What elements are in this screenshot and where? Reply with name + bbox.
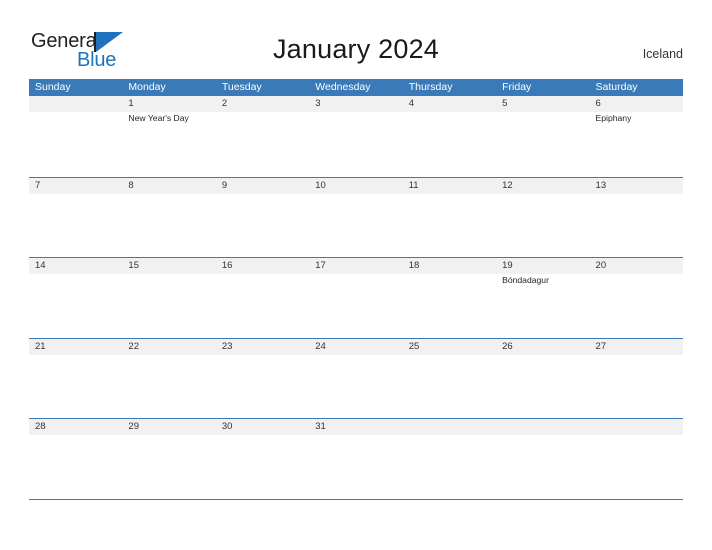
day-cell[interactable]: 7 [29, 178, 122, 258]
day-number: 8 [128, 179, 134, 191]
day-number: 14 [35, 260, 46, 271]
day-cell[interactable]: 23 [216, 339, 309, 419]
weekday-saturday: Saturday [595, 81, 638, 93]
day-cell[interactable]: 6 Epiphany [590, 96, 683, 177]
day-cell[interactable]: 19 Bóndadagur [496, 258, 589, 338]
page-title: January 2024 [272, 34, 440, 64]
day-cell[interactable]: 3 [309, 96, 402, 177]
day-number [35, 96, 122, 112]
page-header: General Blue January 2024 Iceland [0, 0, 712, 78]
day-cell[interactable]: 17 [309, 258, 402, 338]
day-number: 19 [502, 260, 513, 271]
calendar-week-row: 7 8 9 10 11 12 13 [29, 176, 683, 258]
day-number [596, 419, 683, 435]
day-number: 7 [35, 179, 41, 191]
day-number: 11 [408, 179, 419, 191]
day-number: 1 [128, 98, 134, 109]
weekday-thursday: Thursday [408, 81, 453, 93]
day-cell[interactable]: 30 [216, 419, 309, 499]
week-cells: 7 8 9 10 11 12 13 [29, 178, 683, 258]
day-cell[interactable] [403, 419, 496, 499]
day-number: 3 [315, 98, 321, 109]
day-cell[interactable]: 9 [216, 178, 309, 258]
day-event-label: New Year's Day [128, 113, 189, 123]
day-cell[interactable]: 18 [403, 258, 496, 338]
day-cell[interactable]: 21 [29, 339, 122, 419]
day-number: 17 [315, 260, 326, 271]
day-cell[interactable]: 4 [403, 96, 496, 177]
day-cell[interactable]: 13 [590, 178, 683, 258]
day-number: 27 [595, 340, 607, 352]
weekday-friday: Friday [502, 81, 532, 93]
day-cell[interactable]: 26 [496, 339, 589, 419]
day-number: 23 [221, 340, 233, 352]
day-number [502, 419, 589, 435]
week-cells: 1 New Year's Day 2 3 4 5 6 Epiphany [29, 96, 683, 177]
day-number: 9 [221, 179, 228, 191]
day-cell[interactable]: 24 [309, 339, 402, 419]
day-number: 29 [128, 421, 139, 432]
weekday-header-row: Sunday Monday Tuesday Wednesday Thursday… [29, 79, 683, 96]
day-cell[interactable]: 8 [122, 178, 215, 258]
day-cell[interactable]: 29 [122, 419, 215, 499]
day-number: 10 [315, 179, 326, 191]
day-number: 26 [502, 340, 513, 352]
day-cell[interactable]: 16 [216, 258, 309, 338]
day-cell[interactable]: 27 [590, 339, 683, 419]
day-cell[interactable]: 25 [403, 339, 496, 419]
day-number: 28 [35, 421, 46, 432]
day-number: 13 [595, 179, 607, 191]
week-cells: 28 29 30 31 [29, 419, 683, 499]
day-number: 20 [595, 260, 607, 271]
day-cell[interactable]: 28 [29, 419, 122, 499]
day-number: 4 [408, 98, 414, 109]
day-cell[interactable]: 20 [590, 258, 683, 338]
day-cell[interactable] [496, 419, 589, 499]
day-number: 24 [315, 340, 326, 352]
calendar-week-row: 14 15 16 17 18 19 Bóndadagur 20 [29, 257, 683, 338]
weekday-wednesday: Wednesday [315, 81, 371, 93]
weekday-sunday: Sunday [35, 81, 71, 93]
day-cell[interactable] [29, 96, 122, 177]
day-cell[interactable]: 14 [29, 258, 122, 338]
day-cell[interactable]: 22 [122, 339, 215, 419]
calendar-week-row: 1 New Year's Day 2 3 4 5 6 Epiphany [29, 96, 683, 177]
day-number: 15 [128, 260, 139, 271]
calendar-weeks: 1 New Year's Day 2 3 4 5 6 Epiphany 7 8 9 10 11 12 13 1… [29, 96, 683, 499]
day-cell[interactable]: 2 [216, 96, 309, 177]
calendar-bottom-rule [29, 498, 683, 500]
calendar-week-row: 28 29 30 31 [29, 418, 683, 499]
day-cell[interactable]: 31 [309, 419, 402, 499]
day-number: 18 [408, 260, 420, 271]
day-event-label: Bóndadagur [502, 275, 549, 285]
week-cells: 21 22 23 24 25 26 27 [29, 339, 683, 419]
day-cell[interactable]: 11 [403, 178, 496, 258]
day-number: 5 [502, 98, 508, 109]
day-event-label: Epiphany [595, 113, 632, 123]
day-cell[interactable]: 10 [309, 178, 402, 258]
day-number [409, 419, 496, 435]
day-number: 31 [315, 421, 326, 432]
day-number: 6 [595, 98, 601, 109]
day-cell[interactable]: 1 New Year's Day [122, 96, 215, 177]
day-number: 30 [221, 421, 233, 432]
day-cell[interactable]: 12 [496, 178, 589, 258]
day-cell[interactable]: 15 [122, 258, 215, 338]
day-cell[interactable] [590, 419, 683, 499]
day-number: 22 [128, 340, 139, 352]
week-cells: 14 15 16 17 18 19 Bóndadagur 20 [29, 258, 683, 338]
day-number: 21 [35, 340, 46, 352]
day-number: 16 [221, 260, 233, 271]
calendar-page: General Blue January 2024 Iceland Sunday… [0, 0, 712, 550]
day-number: 2 [221, 98, 228, 109]
weekday-monday: Monday [128, 81, 166, 93]
country-label: Iceland [642, 47, 683, 61]
day-number: 12 [502, 179, 513, 191]
weekday-tuesday: Tuesday [221, 81, 262, 93]
day-cell[interactable]: 5 [496, 96, 589, 177]
calendar-week-row: 21 22 23 24 25 26 27 [29, 337, 683, 419]
calendar-grid: Sunday Monday Tuesday Wednesday Thursday… [29, 79, 683, 500]
day-number: 25 [408, 340, 420, 352]
